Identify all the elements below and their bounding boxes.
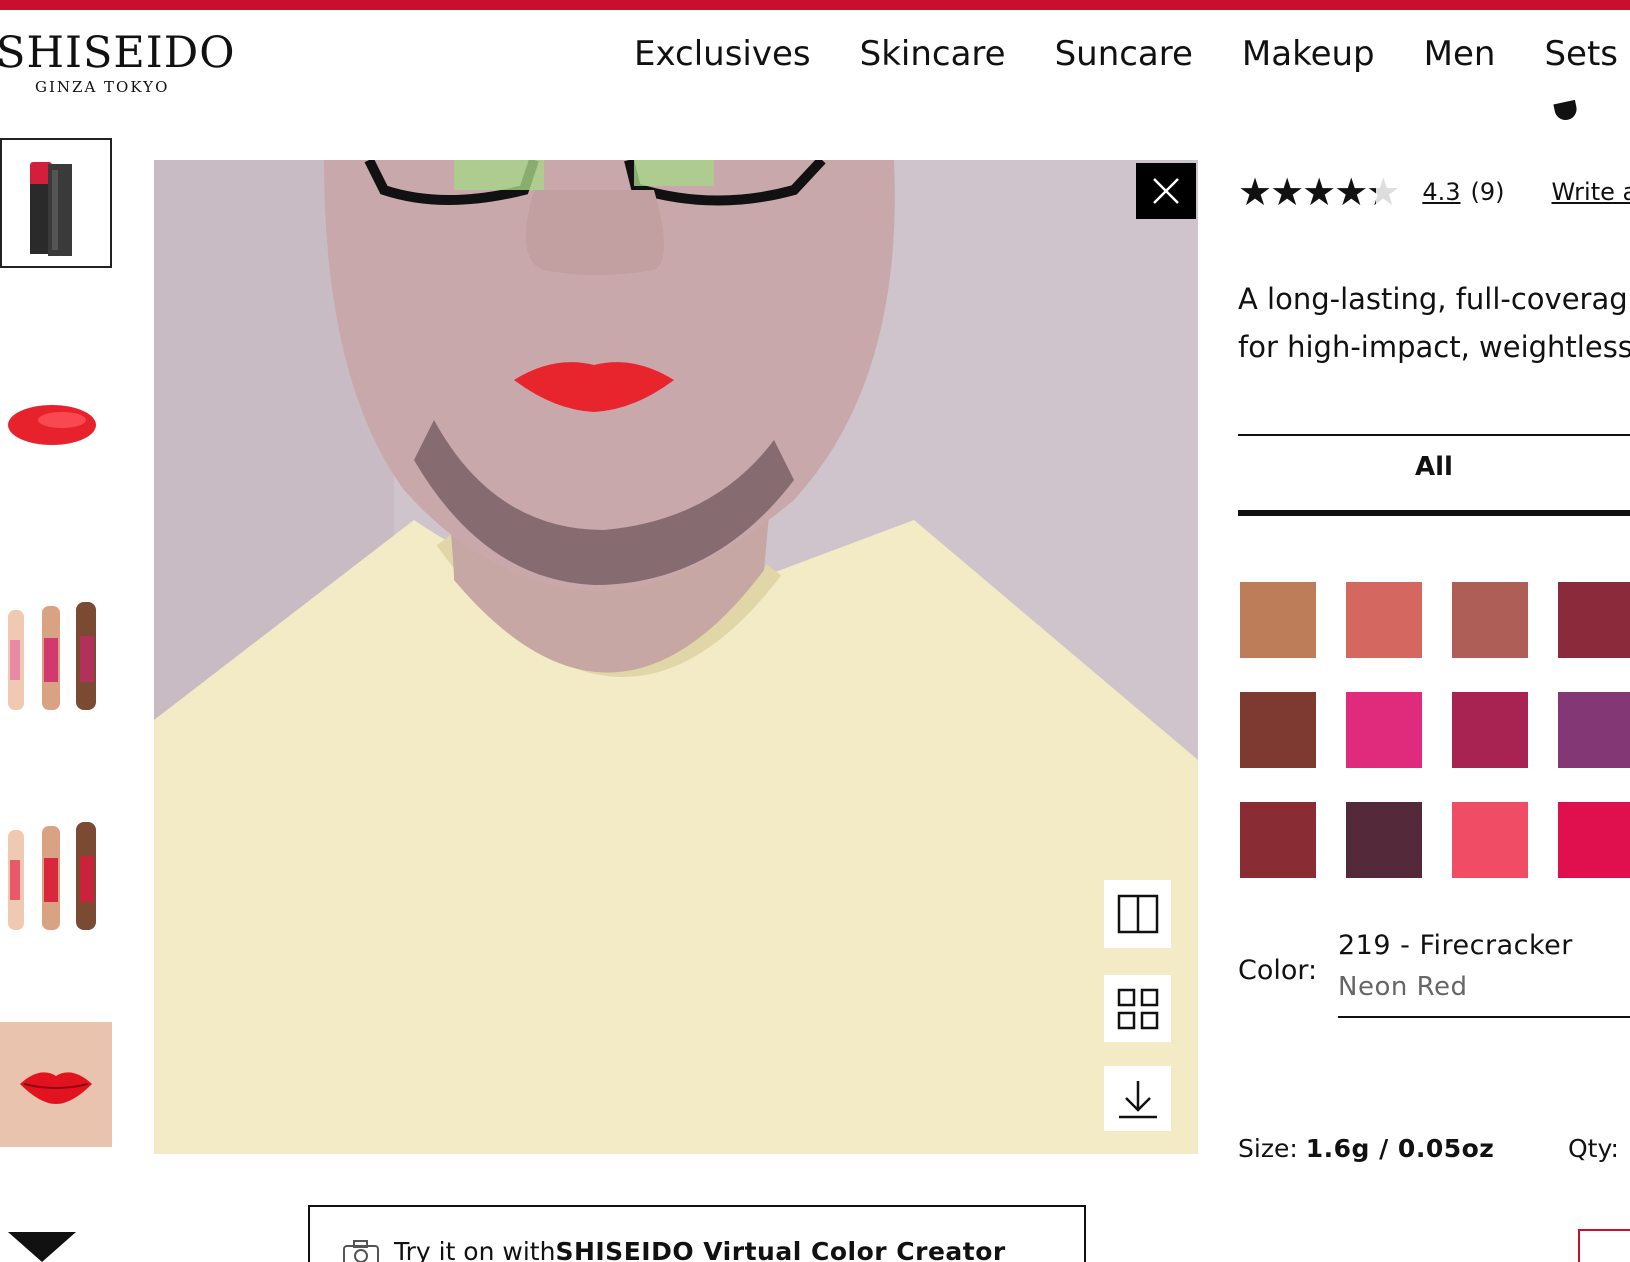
thumbnail-swatch[interactable] — [0, 380, 112, 470]
nav-item-sets[interactable]: Sets — [1544, 30, 1618, 78]
color-label: Color: — [1238, 955, 1318, 986]
arm-swatches-thumbnail — [8, 602, 96, 710]
lipstick-swatch-smear-thumbnail — [8, 405, 96, 445]
divider — [1238, 434, 1630, 436]
thumbnails-down-arrow-icon[interactable] — [8, 1232, 76, 1262]
shade-swatch[interactable] — [1558, 802, 1630, 878]
shade-swatch[interactable] — [1346, 582, 1422, 658]
shade-swatch[interactable] — [1558, 582, 1630, 658]
shade-swatch[interactable] — [1346, 802, 1422, 878]
main-nav: Exclusives Skincare Suncare Makeup Men S… — [634, 30, 1618, 78]
split-view-icon — [1117, 894, 1158, 934]
nav-item-exclusives[interactable]: Exclusives — [634, 30, 811, 78]
download-icon — [1118, 1080, 1157, 1118]
grid-view-icon — [1117, 988, 1158, 1029]
shade-swatch[interactable] — [1346, 692, 1422, 768]
lipstick-product-thumbnail — [30, 162, 72, 256]
shade-swatch[interactable] — [1452, 692, 1528, 768]
nav-item-makeup[interactable]: Makeup — [1242, 30, 1375, 78]
shade-swatch[interactable] — [1240, 692, 1316, 768]
split-view-button[interactable] — [1104, 880, 1171, 948]
arm-swatches-thumbnail — [8, 822, 96, 930]
thumbnail-arm-swatches[interactable] — [0, 590, 112, 710]
product-rating: ★★★★★ ★★★★★ 4.3 (9) Write a — [1238, 170, 1630, 214]
virtual-tryon-photo — [154, 160, 1198, 1154]
close-icon — [1153, 178, 1179, 204]
write-review-link[interactable]: Write a — [1552, 178, 1630, 206]
thumbnail-product[interactable] — [0, 138, 112, 268]
size-label: Size: — [1238, 1134, 1306, 1163]
tab-all[interactable]: All — [1238, 452, 1630, 482]
try-on-button[interactable]: Try it on with SHISEIDO Virtual Color Cr… — [308, 1205, 1086, 1262]
qty-stepper[interactable] — [1578, 1229, 1630, 1262]
shade-swatch[interactable] — [1240, 582, 1316, 658]
shade-swatch[interactable] — [1452, 582, 1528, 658]
size-value: 1.6g / 0.05oz — [1305, 1134, 1495, 1163]
thumbnail-model-lips[interactable] — [0, 1022, 112, 1147]
size-info: Size: 1.6g / 0.05oz — [1238, 1134, 1494, 1163]
brand-accent-bar — [0, 0, 1630, 10]
nav-item-skincare[interactable]: Skincare — [860, 30, 1006, 78]
rating-stars: ★★★★★ ★★★★★ — [1238, 170, 1400, 214]
grid-view-button[interactable] — [1104, 975, 1171, 1042]
shade-swatch[interactable] — [1240, 802, 1316, 878]
close-button[interactable] — [1136, 163, 1196, 219]
qty-label: Qty: — [1568, 1134, 1619, 1163]
shade-select-underline — [1338, 1016, 1630, 1018]
rating-value[interactable]: 4.3 — [1422, 178, 1460, 206]
review-count: (9) — [1470, 178, 1505, 206]
shade-swatch[interactable] — [1558, 692, 1630, 768]
camera-icon — [343, 1240, 379, 1262]
nav-item-men[interactable]: Men — [1424, 30, 1496, 78]
description-line: A long-lasting, full-coverag — [1238, 282, 1628, 316]
nav-item-suncare[interactable]: Suncare — [1055, 30, 1193, 78]
shade-swatch[interactable] — [1452, 802, 1528, 878]
try-on-brand-text: SHISEIDO Virtual Color Creator — [555, 1237, 1006, 1262]
shiseido-logo[interactable]: SHISEIDO GINZA TOKYO — [0, 28, 235, 98]
model-lips-thumbnail — [0, 1022, 112, 1147]
logo-subtitle: GINZA TOKYO — [35, 78, 170, 96]
thumbnail-arm-swatches-2[interactable] — [0, 810, 112, 930]
tab-active-indicator — [1238, 510, 1630, 516]
description-line: for high-impact, weightless — [1238, 330, 1630, 364]
download-button[interactable] — [1104, 1066, 1171, 1131]
selected-shade-name[interactable]: 219 - Firecracker — [1338, 930, 1573, 961]
cropped-heading-glyph — [1553, 99, 1579, 123]
product-description: A long-lasting, full-coverag for high-im… — [1238, 275, 1630, 371]
try-on-prefix: Try it on with — [394, 1237, 556, 1262]
logo-wordmark: SHISEIDO — [0, 28, 236, 78]
selected-shade-description: Neon Red — [1338, 972, 1468, 1002]
